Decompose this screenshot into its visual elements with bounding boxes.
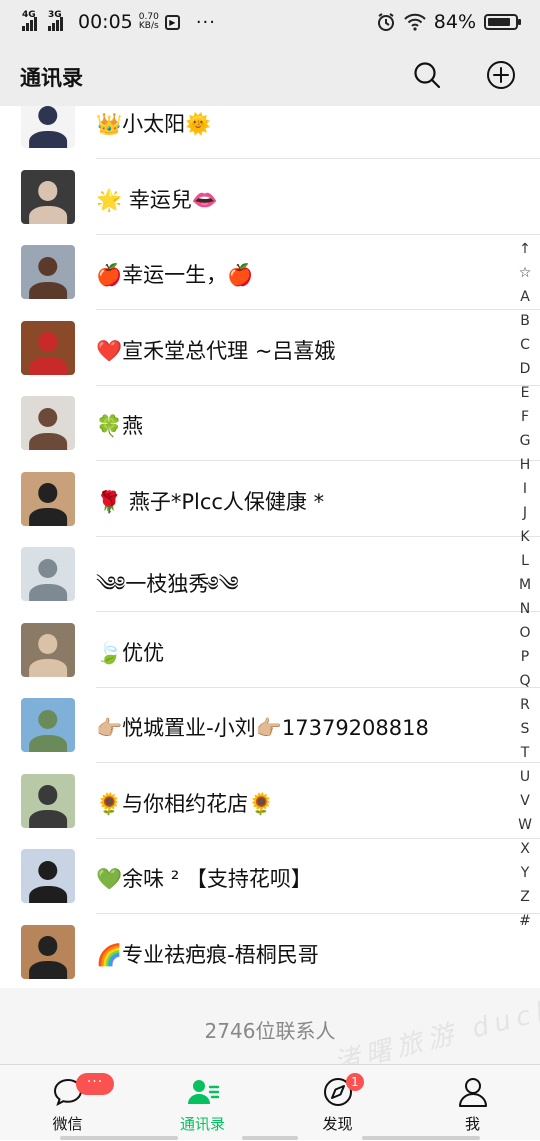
status-time: 00:05 xyxy=(78,11,133,33)
contact-row[interactable]: 🌻与你相约花店🌻 xyxy=(0,764,540,839)
contact-row[interactable]: 🌟 幸运兒👄 xyxy=(0,160,540,235)
contact-name: 🍃优优 xyxy=(96,640,165,665)
contact-row[interactable]: 🍎幸运一生，🍎 xyxy=(0,235,540,310)
contact-name: 🌟 幸运兒👄 xyxy=(96,187,218,212)
index-letter[interactable]: C xyxy=(513,333,537,357)
page-title: 通讯录 xyxy=(20,66,83,90)
discover-badge: 1 xyxy=(346,1073,364,1091)
index-letter[interactable]: W xyxy=(513,813,537,837)
app-header: 通讯录 xyxy=(0,44,540,106)
tab-me[interactable]: 我 xyxy=(405,1065,540,1141)
tab-contacts[interactable]: 通讯录 xyxy=(135,1065,270,1141)
contact-list[interactable]: 👑小太阳🌞 🌟 幸运兒👄 🍎幸运一生，🍎 ❤️宣禾堂总代理 ~吕喜娥 🍀燕 🌹 燕子*Pl… xyxy=(0,106,540,1064)
index-letter[interactable]: ↑ xyxy=(513,237,537,261)
index-letter[interactable]: M xyxy=(513,573,537,597)
index-letter[interactable]: Z xyxy=(513,885,537,909)
contact-avatar[interactable] xyxy=(21,547,75,601)
index-letter[interactable]: I xyxy=(513,477,537,501)
contact-name: 🌹 燕子*Plcc人保健康 * xyxy=(96,489,325,514)
contact-row[interactable]: 🍃优优 xyxy=(0,613,540,688)
index-letter[interactable]: R xyxy=(513,693,537,717)
contact-name: 🌈专业祛疤痕-梧桐民哥 xyxy=(96,942,319,967)
index-letter[interactable]: B xyxy=(513,309,537,333)
contact-name: 🌻与你相约花店🌻 xyxy=(96,791,275,816)
contact-avatar[interactable] xyxy=(21,245,75,299)
alarm-icon xyxy=(377,13,394,31)
index-letter[interactable]: L xyxy=(513,549,537,573)
index-letter[interactable]: H xyxy=(513,453,537,477)
alphabet-index[interactable]: ↑ ☆ A B C D E F G H I J K L M N O P Q R S T U V W X Y Z # xyxy=(513,237,537,933)
index-letter[interactable]: V xyxy=(513,789,537,813)
bottom-tab-bar: ··· 微信 通讯录 1 发现 我 xyxy=(0,1064,540,1140)
more-notifications-icon: ··· xyxy=(195,11,216,33)
search-icon[interactable] xyxy=(412,60,442,90)
tab-discover-label: 发现 xyxy=(322,1115,353,1133)
contact-row[interactable]: 🌈专业祛疤痕-梧桐民哥 xyxy=(0,915,540,990)
index-letter[interactable]: E xyxy=(513,381,537,405)
index-letter[interactable]: U xyxy=(513,765,537,789)
contact-row[interactable]: 👉🏼悦城置业-小刘👉🏼17379208818 xyxy=(0,688,540,763)
index-letter[interactable]: F xyxy=(513,405,537,429)
contact-avatar[interactable] xyxy=(21,622,75,677)
index-letter[interactable]: S xyxy=(513,717,537,741)
contacts-icon xyxy=(187,1080,219,1104)
index-letter[interactable]: K xyxy=(513,525,537,549)
contact-row[interactable]: 🌹 燕子*Plcc人保健康 * xyxy=(0,462,540,537)
contact-avatar[interactable] xyxy=(21,471,75,526)
tab-me-label: 我 xyxy=(464,1115,480,1133)
signal-4g-icon: 4G xyxy=(22,10,42,31)
contact-avatar[interactable] xyxy=(21,396,75,450)
index-letter[interactable]: X xyxy=(513,837,537,861)
tab-discover[interactable]: 1 发现 xyxy=(270,1065,405,1141)
index-letter[interactable]: ☆ xyxy=(513,261,537,285)
contact-avatar[interactable] xyxy=(21,698,75,752)
home-indicator xyxy=(362,1136,480,1140)
chats-badge: ··· xyxy=(76,1073,114,1095)
contact-name: 👉🏼悦城置业-小刘👉🏼17379208818 xyxy=(96,716,429,740)
contact-avatar[interactable] xyxy=(21,106,75,148)
contact-avatar[interactable] xyxy=(21,320,75,375)
signal-3g-icon: 3G xyxy=(48,10,68,31)
index-letter[interactable]: P xyxy=(513,645,537,669)
contact-row[interactable]: 👑小太阳🌞 xyxy=(0,106,540,159)
index-letter[interactable]: D xyxy=(513,357,537,381)
contact-name: 💚余味 ² 【支持花呗】 xyxy=(96,867,312,891)
tab-chats[interactable]: ··· 微信 xyxy=(0,1065,135,1141)
index-letter[interactable]: N xyxy=(513,597,537,621)
contact-avatar[interactable] xyxy=(21,849,75,903)
contact-row[interactable]: 💚余味 ² 【支持花呗】 xyxy=(0,839,540,914)
contact-avatar[interactable] xyxy=(21,169,75,224)
contact-name: ❤️宣禾堂总代理 ~吕喜娥 xyxy=(96,338,336,363)
home-indicator xyxy=(242,1136,298,1140)
index-letter[interactable]: T xyxy=(513,741,537,765)
index-letter[interactable]: O xyxy=(513,621,537,645)
status-bar: 4G 3G 00:05 0.70 KB/s ▶ ··· 84% xyxy=(0,0,540,44)
tab-chats-label: 微信 xyxy=(52,1115,83,1133)
index-letter[interactable]: A xyxy=(513,285,537,309)
contact-row[interactable]: 🍀燕 xyxy=(0,386,540,461)
network-speed: 0.70 KB/s xyxy=(138,12,159,31)
index-letter[interactable]: Y xyxy=(513,861,537,885)
contact-row[interactable]: ❤️宣禾堂总代理 ~吕喜娥 xyxy=(0,311,540,386)
person-icon xyxy=(458,1078,487,1107)
wifi-icon xyxy=(404,13,426,31)
index-letter[interactable]: G xyxy=(513,429,537,453)
battery-icon xyxy=(484,14,521,30)
contact-avatar[interactable] xyxy=(21,924,75,979)
index-letter[interactable]: J xyxy=(513,501,537,525)
media-play-icon: ▶ xyxy=(164,14,180,30)
contact-name: 👑小太阳🌞 xyxy=(96,112,212,136)
contact-name: 🍀燕 xyxy=(96,414,144,438)
index-letter[interactable]: # xyxy=(513,909,537,933)
index-letter[interactable]: Q xyxy=(513,669,537,693)
plus-circle-icon[interactable] xyxy=(486,60,516,90)
contact-row[interactable]: ༄༅一枝独秀༅༄ xyxy=(0,537,540,612)
contact-avatar[interactable] xyxy=(21,773,75,828)
home-indicator xyxy=(60,1136,178,1140)
tab-contacts-label: 通讯录 xyxy=(179,1115,225,1133)
contact-name: 🍎幸运一生，🍎 xyxy=(96,263,254,287)
battery-percent: 84% xyxy=(433,11,476,33)
